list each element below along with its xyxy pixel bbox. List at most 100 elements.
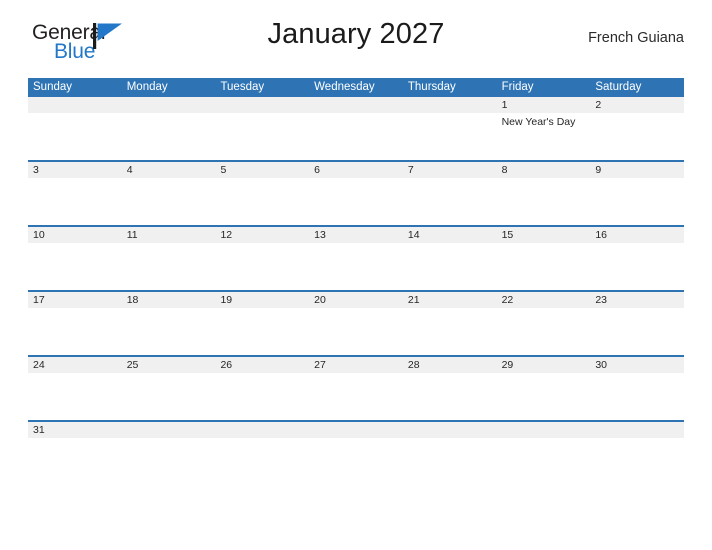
- date-cell[interactable]: 20: [309, 292, 403, 308]
- date-number-band: 3456789: [28, 162, 684, 178]
- day-cell[interactable]: [309, 178, 403, 225]
- calendar-week-row: 17 18 19 20 21 22 23: [28, 292, 684, 357]
- day-cell[interactable]: [215, 113, 309, 160]
- date-cell-empty: [215, 97, 309, 113]
- day-cell[interactable]: [403, 308, 497, 355]
- weekday-header-row: Sunday Monday Tuesday Wednesday Thursday…: [28, 78, 684, 97]
- date-cell[interactable]: 12: [215, 227, 309, 243]
- date-number-band: 12: [28, 97, 684, 113]
- day-cell[interactable]: [215, 308, 309, 355]
- day-cell[interactable]: [497, 243, 591, 290]
- date-cell-empty: [122, 422, 216, 438]
- day-cell[interactable]: [309, 373, 403, 420]
- date-cell[interactable]: 6: [309, 162, 403, 178]
- day-cell[interactable]: [590, 308, 684, 355]
- day-cell[interactable]: [590, 178, 684, 225]
- date-cell[interactable]: 29: [497, 357, 591, 373]
- date-cell[interactable]: 2: [590, 97, 684, 113]
- date-cell[interactable]: 16: [590, 227, 684, 243]
- calendar-weeks: 1 2 New Year's Day 3 4 5 6 7 8 9 10 11 12 13 14 15 16 17 1…: [28, 97, 684, 440]
- date-cell[interactable]: 23: [590, 292, 684, 308]
- day-cell[interactable]: [122, 113, 216, 160]
- day-cell[interactable]: [215, 243, 309, 290]
- date-cell[interactable]: 28: [403, 357, 497, 373]
- calendar-week-row: 3456789: [28, 162, 684, 227]
- page-title: January 2027: [267, 18, 445, 50]
- calendar-week-row: 1 2 New Year's Day: [28, 97, 684, 162]
- day-cell[interactable]: [215, 178, 309, 225]
- date-cell[interactable]: 25: [122, 357, 216, 373]
- weekday-header-sunday: Sunday: [33, 81, 73, 93]
- weekday-header-saturday: Saturday: [595, 81, 642, 93]
- date-cell[interactable]: 11: [122, 227, 216, 243]
- day-content-band: [28, 243, 684, 290]
- date-number-band: 24 25 26 27 28 29 30: [28, 357, 684, 373]
- date-cell[interactable]: 30: [590, 357, 684, 373]
- date-cell[interactable]: 27: [309, 357, 403, 373]
- date-number-band: 17 18 19 20 21 22 23: [28, 292, 684, 308]
- weekday-header-thursday: Thursday: [407, 81, 456, 93]
- day-cell[interactable]: [122, 308, 216, 355]
- date-number-band: 31: [28, 422, 684, 438]
- date-cell-empty: [309, 97, 403, 113]
- region-label: French Guiana: [588, 30, 684, 46]
- day-cell[interactable]: [122, 178, 216, 225]
- date-cell[interactable]: 3: [28, 162, 122, 178]
- date-cell[interactable]: 4: [122, 162, 216, 178]
- day-cell[interactable]: [122, 373, 216, 420]
- date-cell[interactable]: 1: [497, 97, 591, 113]
- calendar-week-row: 24 25 26 27 28 29 30: [28, 357, 684, 422]
- day-cell[interactable]: [590, 113, 684, 160]
- calendar-grid: Sunday Monday Tuesday Wednesday Thursday…: [28, 78, 684, 440]
- date-cell[interactable]: 24: [28, 357, 122, 373]
- date-cell[interactable]: 7: [403, 162, 497, 178]
- day-cell[interactable]: [497, 373, 591, 420]
- date-cell-empty: [215, 422, 309, 438]
- date-cell[interactable]: 19: [215, 292, 309, 308]
- day-cell[interactable]: [122, 243, 216, 290]
- date-cell-empty: [590, 422, 684, 438]
- day-cell[interactable]: [497, 178, 591, 225]
- day-cell[interactable]: [28, 243, 122, 290]
- day-cell[interactable]: [403, 178, 497, 225]
- day-cell[interactable]: [403, 373, 497, 420]
- day-content-band: [28, 373, 684, 420]
- date-cell[interactable]: 14: [403, 227, 497, 243]
- day-cell[interactable]: New Year's Day: [497, 113, 591, 160]
- weekday-header-friday: Friday: [501, 81, 534, 93]
- date-cell[interactable]: 5: [215, 162, 309, 178]
- holiday-label: New Year's Day: [501, 116, 576, 128]
- day-cell[interactable]: [28, 308, 122, 355]
- day-cell[interactable]: [215, 373, 309, 420]
- date-cell[interactable]: 15: [497, 227, 591, 243]
- date-cell-empty: [122, 97, 216, 113]
- date-cell-empty: [403, 422, 497, 438]
- date-cell[interactable]: 8: [497, 162, 591, 178]
- day-cell[interactable]: [590, 373, 684, 420]
- day-cell[interactable]: [403, 113, 497, 160]
- day-cell[interactable]: [309, 308, 403, 355]
- day-cell[interactable]: [590, 243, 684, 290]
- day-cell[interactable]: [28, 373, 122, 420]
- day-cell[interactable]: [28, 178, 122, 225]
- date-cell[interactable]: 31: [28, 422, 122, 438]
- date-cell[interactable]: 9: [590, 162, 684, 178]
- date-cell[interactable]: 22: [497, 292, 591, 308]
- day-content-band: [28, 308, 684, 355]
- day-content-band: New Year's Day: [28, 113, 684, 160]
- date-cell[interactable]: 26: [215, 357, 309, 373]
- day-content-band: [28, 178, 684, 225]
- date-cell[interactable]: 17: [28, 292, 122, 308]
- day-cell[interactable]: [309, 113, 403, 160]
- date-cell[interactable]: 18: [122, 292, 216, 308]
- calendar-week-row: 31: [28, 422, 684, 440]
- day-cell[interactable]: [28, 113, 122, 160]
- date-cell[interactable]: 21: [403, 292, 497, 308]
- day-cell[interactable]: [403, 243, 497, 290]
- day-cell[interactable]: [309, 243, 403, 290]
- page-header: General Blue January 2027 French Guiana: [28, 0, 684, 62]
- weekday-header-tuesday: Tuesday: [220, 81, 265, 93]
- date-cell[interactable]: 10: [28, 227, 122, 243]
- day-cell[interactable]: [497, 308, 591, 355]
- date-cell[interactable]: 13: [309, 227, 403, 243]
